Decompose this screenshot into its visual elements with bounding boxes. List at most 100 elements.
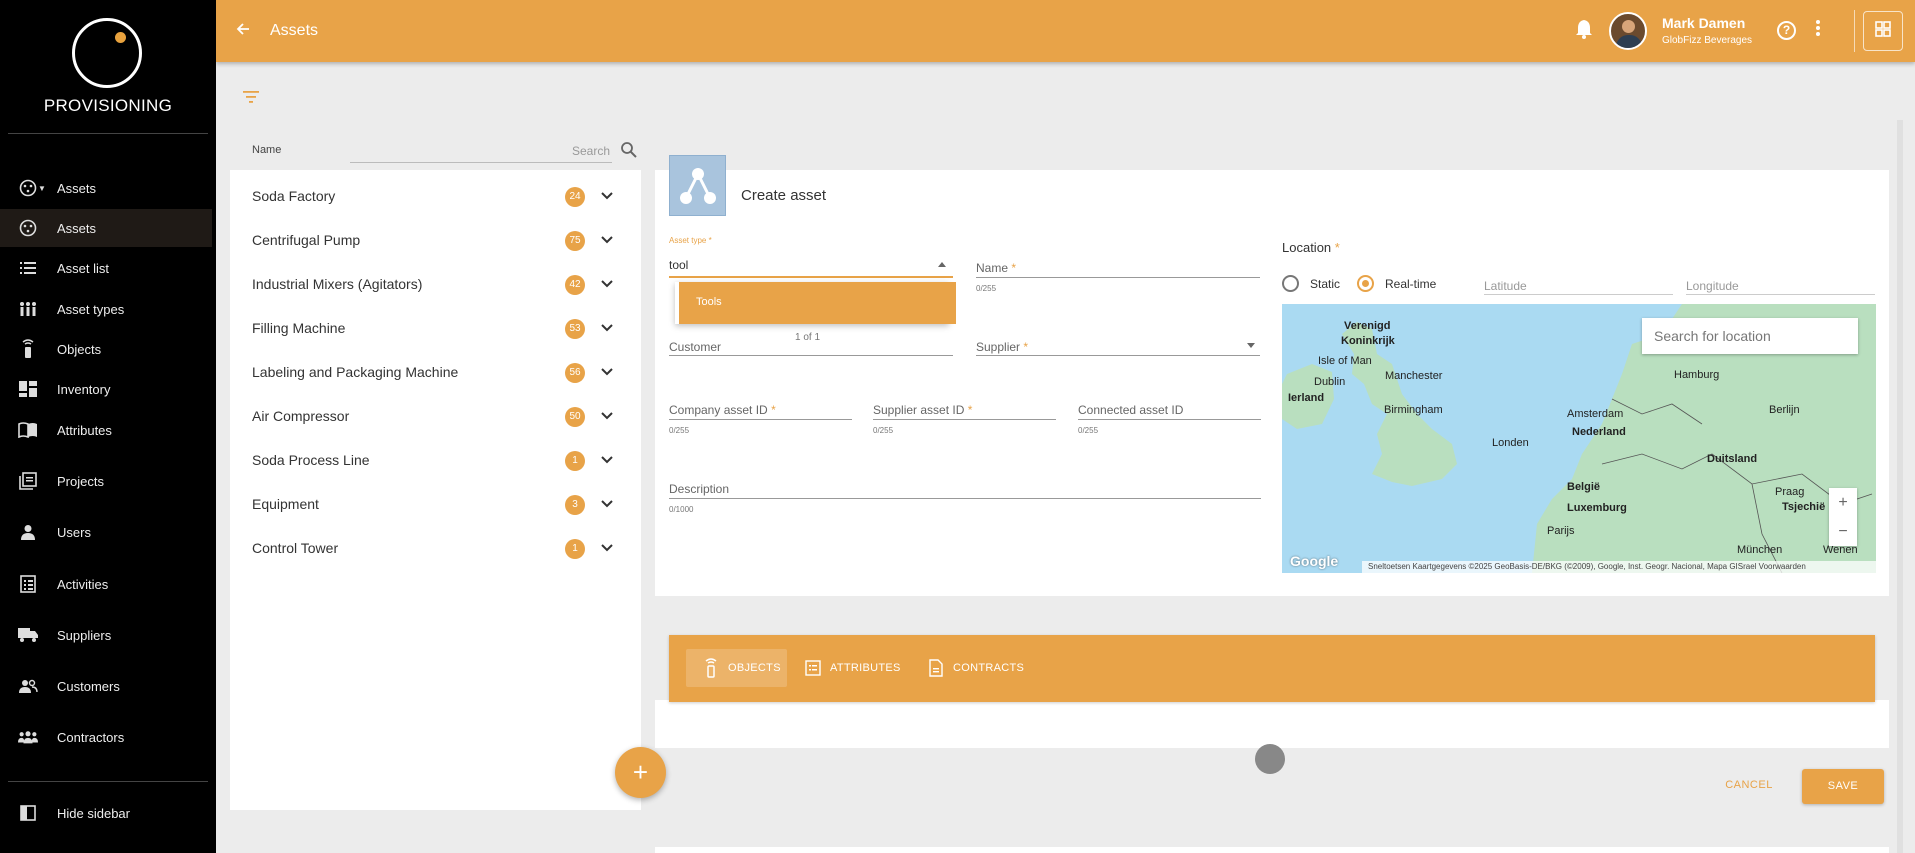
chevron-down-icon[interactable] [600,409,614,423]
chevron-down-icon[interactable] [600,365,614,379]
map-search-input[interactable]: Search for location [1642,318,1858,354]
list-item-name: Soda Factory [252,188,336,204]
latitude-input[interactable]: Latitude [1484,279,1527,293]
static-radio[interactable] [1282,275,1299,292]
sidebar-item-objects[interactable]: Objects [0,330,212,368]
map-label: Londen [1492,437,1529,449]
list-item[interactable]: Soda Process Line 1 [230,439,641,483]
supplier-field[interactable] [976,355,1260,356]
sidebar-item-asset-types[interactable]: Asset types [0,290,212,328]
list-item[interactable]: Filling Machine 53 [230,307,641,351]
sidebar-divider [8,133,208,134]
location-map[interactable]: Verenigd Koninkrijk Isle of Man Dublin I… [1282,304,1876,573]
avatar[interactable] [1609,12,1647,50]
chevron-down-icon[interactable] [600,497,614,511]
supplier-label: Supplier * [976,340,1028,354]
chevron-down-icon[interactable] [600,189,614,203]
map-label: München [1737,544,1783,556]
sidebar-item-contractors[interactable]: Contractors [0,718,212,756]
longitude-input[interactable]: Longitude [1686,279,1739,293]
zoom-out-button[interactable]: − [1829,517,1857,546]
list-item[interactable]: Air Compressor 50 [230,395,641,439]
list-item[interactable]: Labeling and Packaging Machine 56 [230,351,641,395]
caret-up-icon[interactable] [938,262,946,267]
tab-attributes[interactable]: ATTRIBUTES [804,649,904,687]
sensor-icon [702,658,720,678]
description-field[interactable] [669,498,1261,499]
sidebar-item-users[interactable]: Users [0,513,212,551]
sidebar-item-inventory[interactable]: Inventory [0,370,212,408]
help-icon[interactable]: ? [1777,21,1796,40]
sidebar-item-asset-list[interactable]: Asset list [0,249,212,287]
tab-label: CONTRACTS [953,662,1025,674]
chevron-down-icon[interactable] [600,321,614,335]
sidebar-item-assets-group[interactable]: ▼ Assets [0,169,212,207]
connected-asset-id-label: Connected asset ID [1078,403,1184,417]
map-label: Parijs [1547,525,1575,537]
list-item[interactable]: Equipment 3 [230,483,641,527]
count-badge: 56 [565,363,585,383]
realtime-radio[interactable] [1357,275,1374,292]
apps-button[interactable] [1863,11,1903,51]
hide-sidebar-button[interactable]: Hide sidebar [0,794,212,832]
sidebar-item-label: Activities [57,576,109,592]
tabs-bar: OBJECTS ATTRIBUTES CONTRACTS [669,635,1875,702]
chevron-down-icon[interactable] [600,277,614,291]
tab-contracts[interactable]: CONTRACTS [927,649,1027,687]
name-field[interactable] [976,277,1260,278]
map-label: Hamburg [1674,369,1720,381]
list-item-name: Filling Machine [252,320,346,336]
more-vert-icon[interactable] [1814,19,1822,37]
sidebar-item-label: Projects [57,473,104,489]
tab-label: ATTRIBUTES [830,662,901,674]
caret-down-icon: ▼ [38,183,46,193]
sidebar-item-label: Asset list [57,260,110,276]
sidebar-item-activities[interactable]: Activities [0,565,212,603]
chevron-down-icon[interactable] [600,233,614,247]
list-item[interactable]: Control Tower 1 [230,527,641,571]
attributes-icon [804,659,822,677]
asset-type-input[interactable]: tool [669,258,688,272]
map-attribution[interactable]: Sneltoetsen Kaartgegevens ©2025 GeoBasis… [1362,561,1876,573]
inventory-icon [18,379,38,399]
search-input[interactable]: Search [572,144,610,158]
supplier-asset-id-field[interactable] [873,419,1056,420]
sidebar-divider [8,781,208,782]
company-asset-id-field[interactable] [669,419,852,420]
chevron-down-icon[interactable] [600,453,614,467]
loading-spinner [1255,744,1285,774]
back-arrow-icon[interactable] [236,20,250,41]
search-icon[interactable] [620,141,638,159]
zoom-in-button[interactable]: + [1829,488,1857,517]
sidebar-item-assets[interactable]: Assets [0,209,212,247]
list-item-name: Air Compressor [252,408,350,424]
supplier-caret-icon[interactable] [1247,343,1255,348]
connected-asset-id-field[interactable] [1078,419,1261,420]
chevron-down-icon[interactable] [600,541,614,555]
filter-icon[interactable] [242,90,262,106]
map-label: Manchester [1385,370,1443,382]
dropdown-option[interactable]: Tools [679,282,956,324]
list-item[interactable]: Industrial Mixers (Agitators) 42 [230,263,641,307]
sidebar-item-customers[interactable]: Customers [0,667,212,705]
tab-objects[interactable]: OBJECTS [686,649,787,687]
add-asset-button[interactable]: + [615,747,666,798]
save-button[interactable]: SAVE [1802,769,1884,804]
logo-text: PROVISIONING [43,96,173,115]
customer-field[interactable] [669,355,953,356]
sidebar-item-suppliers[interactable]: Suppliers [0,616,212,654]
longitude-underline [1686,294,1875,295]
list-item-name: Equipment [252,496,319,512]
company-asset-id-count: 0/255 [669,426,690,435]
map-label: Berlijn [1769,404,1800,416]
cancel-button[interactable]: CANCEL [1718,772,1780,798]
count-badge: 50 [565,407,585,427]
sidebar-item-attributes[interactable]: Attributes [0,411,212,449]
bell-icon[interactable] [1575,19,1597,41]
list-item[interactable]: Centrifugal Pump 75 [230,219,641,263]
asset-image-placeholder[interactable] [669,155,726,216]
sidebar-item-projects[interactable]: Projects [0,462,212,500]
list-item[interactable]: Soda Factory 24 [230,175,641,219]
page-scrollbar[interactable] [1897,120,1903,853]
required-mark: * [967,403,973,417]
